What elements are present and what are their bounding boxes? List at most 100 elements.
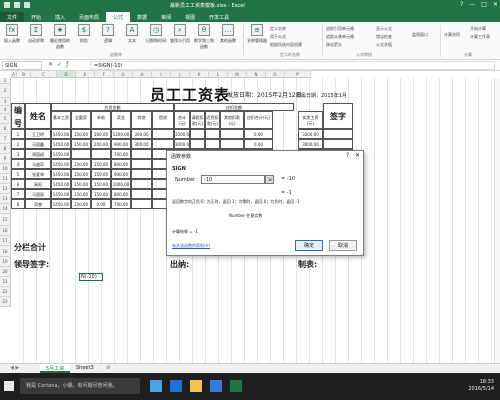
column-header[interactable]: C (31, 71, 57, 78)
dialog-help-icon[interactable]: ? (346, 152, 349, 159)
edge-icon[interactable] (170, 380, 182, 392)
sheet-tab-sheet3[interactable]: Sheet3 (70, 364, 100, 373)
employee-value[interactable] (205, 139, 220, 149)
employee-value[interactable]: 1450.00 (51, 129, 71, 139)
logical-button[interactable]: ? 逻辑 (98, 24, 118, 48)
row-header[interactable]: 10 (0, 164, 11, 174)
employee-value[interactable] (220, 129, 244, 139)
row-header[interactable]: 18 (0, 246, 11, 257)
help-icon[interactable]: ? (460, 1, 463, 8)
tab-formulas[interactable]: 公式 (106, 12, 131, 22)
employee-value[interactable]: 200.00 (91, 139, 111, 149)
tab-home[interactable]: 开始 (24, 12, 48, 22)
row-header[interactable]: 19 (0, 257, 11, 267)
row-header[interactable]: 12 (0, 184, 11, 194)
employee-name[interactable]: 马国鑫 (25, 139, 51, 149)
redo-icon[interactable] (24, 2, 30, 8)
employee-value[interactable]: 150.00 (71, 169, 91, 179)
calculate-now-button[interactable]: 开始计算 (470, 26, 486, 32)
row-header[interactable]: 14 (0, 204, 11, 214)
employee-value[interactable] (131, 179, 152, 189)
employee-name[interactable]: 高阳 (25, 179, 51, 189)
employee-no[interactable]: 8 (11, 199, 25, 209)
column-header[interactable]: G (114, 71, 133, 78)
employee-sign[interactable] (323, 129, 353, 139)
employee-value[interactable]: 800.00 (111, 159, 131, 169)
text-button[interactable]: A 文本 (122, 24, 142, 48)
column-header[interactable]: J (171, 71, 190, 78)
column-header[interactable]: N (247, 71, 266, 78)
name-manager-button[interactable]: ≡ 名称管理器 (247, 24, 267, 48)
employee-no[interactable]: 5 (11, 169, 25, 179)
employee-value[interactable]: 900.00 (111, 169, 131, 179)
date-time-button[interactable]: ◷ 日期和时间 (146, 24, 166, 48)
calculation-options-button[interactable]: 计算选项 (444, 32, 460, 38)
close-icon[interactable]: ✕ (493, 1, 498, 8)
employee-value[interactable]: 1450.00 (51, 199, 71, 209)
add-sheet-icon[interactable]: ⊕ (100, 364, 116, 373)
create-from-selection-button[interactable]: 根据所选内容创建 (270, 42, 302, 48)
employee-no[interactable]: 4 (11, 159, 25, 169)
tab-developer[interactable]: 开发工具 (202, 12, 236, 22)
cancel-icon[interactable]: ✕ (48, 61, 57, 68)
employee-name[interactable]: 王卫明 (25, 129, 51, 139)
column-header[interactable]: L (209, 71, 228, 78)
row-header[interactable]: 5 (0, 114, 11, 124)
trace-dependents-button[interactable]: 追踪从属单元格 (326, 34, 354, 40)
employee-value[interactable]: 150.00 (91, 159, 111, 169)
fx-icon[interactable]: ƒ (66, 61, 72, 68)
row-header[interactable]: 6 (0, 124, 11, 134)
define-name-button[interactable]: 定义名称 (270, 26, 286, 32)
employee-value[interactable] (71, 149, 91, 159)
employee-value[interactable]: 150.00 (71, 179, 91, 189)
employee-value[interactable]: 1450.00 (51, 159, 71, 169)
math-trig-button[interactable]: θ 数学和三角函数 (194, 24, 214, 49)
lookup-button[interactable]: ⌕ 查找与引用 (170, 24, 190, 48)
column-header[interactable]: M (228, 71, 247, 78)
row-header[interactable]: 20 (0, 267, 11, 277)
show-formulas-button[interactable]: 显示公式 (376, 26, 392, 32)
vertical-scrollbar[interactable] (494, 78, 500, 363)
row-header[interactable]: 13 (0, 194, 11, 204)
cortana-search[interactable]: 我是 Cortana，小娜。有问题尽管问我。 (20, 378, 140, 394)
row-header[interactable]: 23 (0, 297, 11, 307)
autosum-button[interactable]: Σ 自动求和 (26, 24, 46, 48)
employee-value[interactable] (190, 139, 205, 149)
employee-value[interactable]: 1450.00 (51, 149, 71, 159)
employee-value[interactable]: 300.00 (131, 139, 152, 149)
employee-value[interactable]: 150.00 (71, 129, 91, 139)
employee-value[interactable]: 150.00 (91, 169, 111, 179)
employee-value[interactable] (131, 149, 152, 159)
tab-file[interactable]: 文件 (0, 12, 25, 22)
column-header[interactable]: P (285, 71, 311, 78)
employee-value[interactable]: 700.00 (111, 199, 131, 209)
save-icon[interactable] (4, 2, 10, 8)
employee-name[interactable]: 马国丽 (25, 189, 51, 199)
employee-no[interactable]: 3 (11, 149, 25, 159)
employee-name[interactable]: 邓睿 (25, 199, 51, 209)
employee-value[interactable]: 3300.00 (298, 129, 323, 139)
employee-value[interactable]: 150.00 (71, 139, 91, 149)
row-header[interactable]: 7 (0, 134, 11, 144)
row-header[interactable]: 8 (0, 144, 11, 154)
employee-value[interactable]: 3000.00 (174, 139, 190, 149)
watch-window-button[interactable]: 监视窗口 (412, 32, 428, 38)
number-arg-input[interactable]: -10 (201, 175, 265, 184)
employee-value[interactable]: 1200.00 (111, 129, 131, 139)
cancel-button[interactable]: 取消 (329, 240, 357, 251)
sheet-tab-may-salary[interactable]: 5月工资 (40, 364, 71, 373)
employee-value[interactable]: 700.00 (111, 149, 131, 159)
dialog-close-icon[interactable]: ✕ (355, 152, 360, 159)
employee-value[interactable] (131, 159, 152, 169)
row-header[interactable]: 11 (0, 174, 11, 184)
minimize-icon[interactable]: — (469, 1, 475, 8)
tab-view[interactable]: 视图 (178, 12, 202, 22)
ok-button[interactable]: 确定 (295, 240, 323, 251)
row-header[interactable]: 17 (0, 236, 11, 246)
tab-insert[interactable]: 插入 (48, 12, 72, 22)
evaluate-formula-button[interactable]: 公式求值 (376, 42, 392, 48)
employee-name[interactable]: 马盛奇 (25, 159, 51, 169)
row-header[interactable]: 16 (0, 226, 11, 236)
employee-value[interactable]: 150.00 (91, 189, 111, 199)
employee-value[interactable] (131, 189, 152, 199)
